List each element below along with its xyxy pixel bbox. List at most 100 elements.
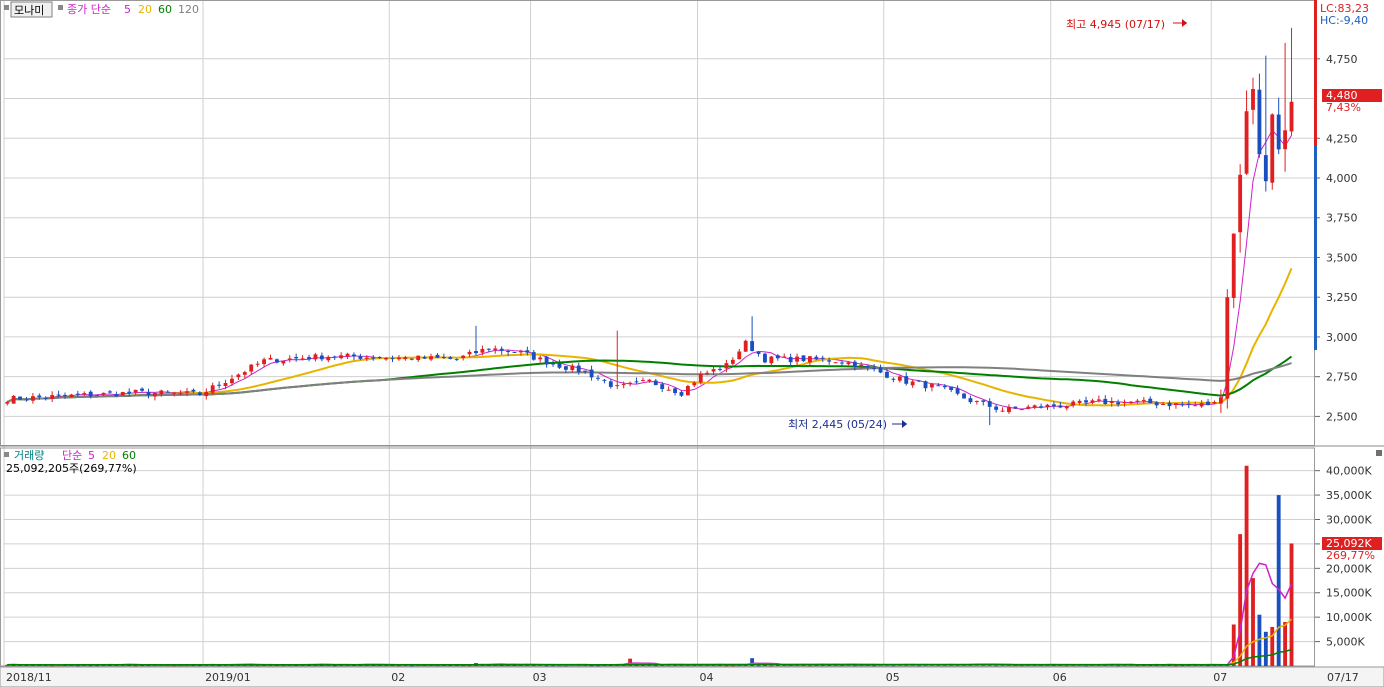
candle-body[interactable] [339,355,344,359]
candle-body[interactable] [486,348,491,350]
candle-body[interactable] [364,357,369,359]
candle-body[interactable] [1174,403,1178,405]
candle-body[interactable] [602,379,607,381]
candle-body[interactable] [268,357,273,360]
candle-body[interactable] [756,352,761,354]
volume-bar[interactable] [1283,622,1288,666]
candle-body[interactable] [936,385,941,387]
candle-body[interactable] [1161,404,1166,406]
candle-body[interactable] [1167,402,1172,407]
candle-body[interactable] [178,393,183,395]
candle-body[interactable] [974,400,979,402]
candle-body[interactable] [1032,405,1037,408]
candle-body[interactable] [1071,401,1076,406]
candle-body[interactable] [512,352,517,354]
candle-body[interactable] [1039,406,1044,408]
candle-body[interactable] [795,356,799,362]
candle-body[interactable] [685,385,690,396]
volume-bar[interactable] [994,665,999,667]
candle-body[interactable] [621,384,626,386]
candle-body[interactable] [217,384,222,386]
menu-square-icon[interactable] [4,5,9,10]
candle-body[interactable] [1026,406,1031,409]
candle-body[interactable] [1225,297,1230,399]
candle-body[interactable] [1129,401,1133,403]
candle-body[interactable] [1058,405,1063,408]
candle-body[interactable] [1199,403,1204,407]
candle-body[interactable] [1084,400,1088,403]
candle-body[interactable] [435,354,440,358]
candle-body[interactable] [82,393,87,395]
candle-body[interactable] [114,394,119,397]
stock-chart[interactable]: 4,750 4,250 4,000 3,750 3,500 3,250 3,000 2,750… [0,0,1384,687]
candle-body[interactable] [63,394,67,396]
candle-body[interactable] [1154,402,1159,406]
candle-body[interactable] [807,356,812,363]
candle-body[interactable] [634,381,639,383]
candle-body[interactable] [782,356,787,358]
candle-body[interactable] [191,389,196,392]
candle-body[interactable] [628,382,633,384]
candle-body[interactable] [666,389,671,391]
candle-body[interactable] [917,380,921,382]
candle-body[interactable] [1013,406,1018,409]
candle-body[interactable] [1263,155,1268,182]
candle-body[interactable] [1109,401,1114,404]
ma-square-icon[interactable] [58,5,63,10]
candle-body[interactable] [448,357,453,359]
candle-body[interactable] [159,390,164,395]
candle-body[interactable] [1283,130,1288,150]
candle-body[interactable] [1122,402,1127,404]
candle-body[interactable] [1077,400,1082,403]
volume-bar[interactable] [1238,534,1243,666]
candle-body[interactable] [942,386,947,388]
candle-body[interactable] [287,358,292,360]
candle-body[interactable] [37,395,42,398]
candle-body[interactable] [461,355,466,359]
candle-body[interactable] [422,356,427,359]
candle-body[interactable] [1135,400,1140,402]
candle-body[interactable] [18,396,22,400]
volume-bar[interactable] [1270,626,1275,666]
candle-body[interactable] [775,355,780,359]
candle-body[interactable] [910,381,915,386]
candle-body[interactable] [981,400,986,402]
candle-body[interactable] [332,356,337,358]
candle-body[interactable] [519,350,523,353]
candle-body[interactable] [352,354,356,357]
candle-body[interactable] [885,371,889,378]
candle-body[interactable] [377,356,382,359]
candle-body[interactable] [467,351,472,355]
candle-body[interactable] [1206,401,1210,406]
candle-body[interactable] [416,355,421,361]
candle-body[interactable] [968,398,973,403]
candle-body[interactable] [262,359,266,365]
candle-body[interactable] [300,358,305,360]
candle-body[interactable] [679,392,684,396]
candle-body[interactable] [454,359,459,361]
candle-body[interactable] [730,359,735,364]
candle-body[interactable] [1103,398,1108,404]
candle-body[interactable] [544,356,549,365]
candle-body[interactable] [43,397,48,399]
candle-body[interactable] [326,356,331,361]
candle-body[interactable] [929,384,934,388]
candle-body[interactable] [711,369,716,372]
candle-body[interactable] [1052,404,1056,407]
candle-body[interactable] [384,357,389,360]
candle-body[interactable] [994,406,999,410]
candle-body[interactable] [281,360,286,364]
candle-body[interactable] [865,365,870,368]
candle-body[interactable] [538,357,543,360]
candle-body[interactable] [788,357,793,363]
volume-bar[interactable] [769,665,774,667]
candle-body[interactable] [801,355,806,362]
candle-body[interactable] [480,348,485,353]
candle-body[interactable] [429,356,433,360]
candle-body[interactable] [1141,399,1146,401]
candle-body[interactable] [660,384,665,389]
candle-body[interactable] [641,380,645,382]
candle-body[interactable] [1244,111,1249,174]
volume-bar[interactable] [1231,624,1236,666]
candle-body[interactable] [737,351,742,360]
